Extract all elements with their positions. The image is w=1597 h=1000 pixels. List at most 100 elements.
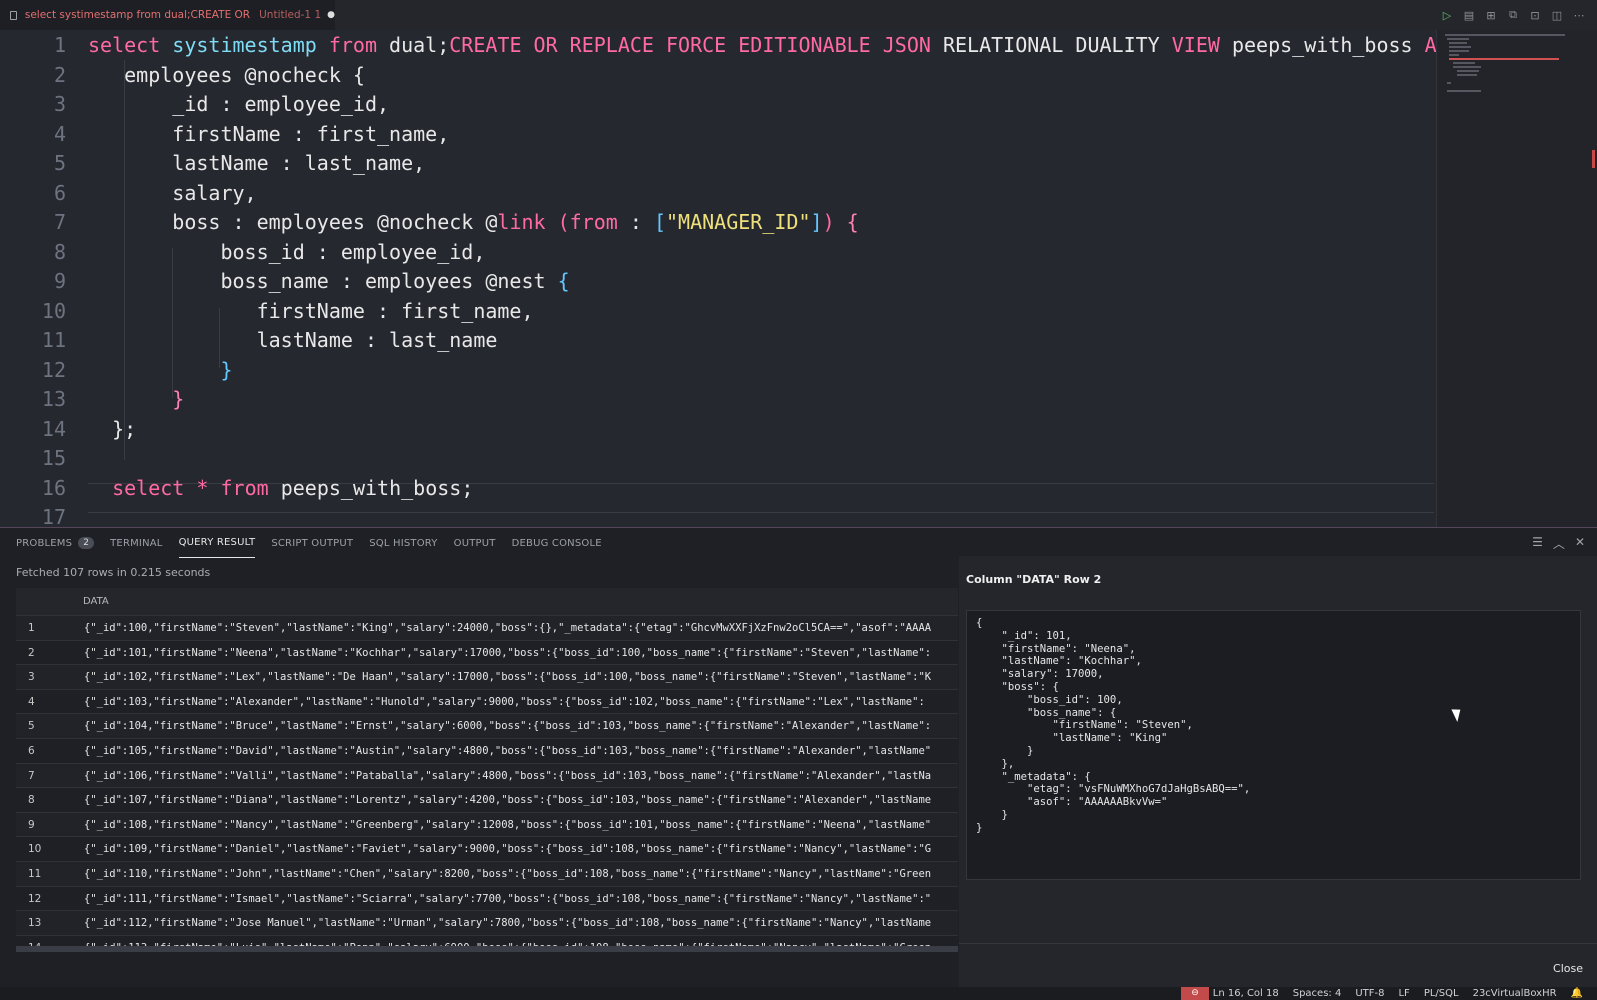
minimap-line bbox=[1449, 58, 1559, 60]
row-data-cell[interactable]: {"_id":101,"firstName":"Neena","lastName… bbox=[84, 641, 931, 665]
more-actions-icon[interactable]: ⋯ bbox=[1571, 7, 1587, 23]
language-mode[interactable]: PL/SQL bbox=[1424, 987, 1459, 1000]
minimap-line bbox=[1457, 70, 1479, 72]
tab-sql-history[interactable]: SQL HISTORY bbox=[369, 528, 437, 558]
minimap[interactable] bbox=[1436, 30, 1597, 527]
end-of-line[interactable]: LF bbox=[1398, 987, 1409, 1000]
code-line: 1 select systimestamp from dual;CREATE OR… bbox=[53, 33, 1436, 57]
minimap-line bbox=[1447, 82, 1451, 84]
row-data-cell[interactable]: {"_id":106,"firstName":"Valli","lastName… bbox=[84, 764, 931, 788]
row-number: 9 bbox=[28, 818, 35, 831]
tab-problems[interactable]: PROBLEMS 2 bbox=[16, 528, 95, 558]
minimap-line bbox=[1449, 54, 1459, 56]
result-grid[interactable]: DATA 1 {"_id":100,"firstName":"Steven","l… bbox=[16, 588, 958, 948]
editor-tab-bar: select systimestamp from dual;CREATE OR … bbox=[0, 0, 1597, 31]
minimap-line bbox=[1447, 38, 1469, 40]
panel-menu-icon[interactable]: ☰ bbox=[1532, 535, 1543, 552]
table-row[interactable]: 3 {"_id":102,"firstName":"Lex","lastName"… bbox=[16, 664, 958, 690]
table-row[interactable]: 4 {"_id":103,"firstName":"Alexander","las… bbox=[16, 688, 958, 714]
code-editor[interactable]: 1 select systimestamp from dual;CREATE OR… bbox=[0, 30, 1436, 527]
row-data-cell[interactable]: {"_id":112,"firstName":"Jose Manuel","la… bbox=[84, 911, 931, 935]
cell-detail-pane: Column "DATA" Row 2 { "_id": 101, "first… bbox=[959, 556, 1597, 987]
row-data-cell[interactable]: {"_id":108,"firstName":"Nancy","lastName… bbox=[84, 813, 931, 837]
table-row[interactable]: 9 {"_id":108,"firstName":"Nancy","lastNam… bbox=[16, 811, 958, 837]
split-editor-icon[interactable]: ◫ bbox=[1549, 7, 1565, 23]
row-data-cell[interactable]: {"_id":109,"firstName":"Daniel","lastNam… bbox=[84, 837, 931, 861]
json-viewer[interactable]: { "_id": 101, "firstName": "Neena", "las… bbox=[966, 610, 1581, 880]
maximize-panel-icon[interactable]: ︿ bbox=[1553, 535, 1565, 552]
minimap-line bbox=[1457, 74, 1477, 76]
row-number: 12 bbox=[28, 892, 42, 905]
tab-terminal[interactable]: TERMINAL bbox=[110, 528, 162, 558]
code-line: 11 lastName : last_name bbox=[41, 328, 498, 352]
tab-output[interactable]: OUTPUT bbox=[454, 528, 496, 558]
tab-query-result[interactable]: QUERY RESULT bbox=[178, 528, 256, 558]
run-script-icon[interactable]: ▤ bbox=[1461, 7, 1477, 23]
minimap-line bbox=[1453, 62, 1475, 64]
table-row[interactable]: 5 {"_id":104,"firstName":"Bruce","lastNam… bbox=[16, 713, 958, 739]
detail-title: Column "DATA" Row 2 bbox=[966, 573, 1102, 586]
connection[interactable]: 23cVirtualBoxHR bbox=[1473, 987, 1557, 1000]
indentation[interactable]: Spaces: 4 bbox=[1293, 987, 1342, 1000]
minimap-line bbox=[1447, 90, 1481, 92]
table-row[interactable]: 7 {"_id":106,"firstName":"Valli","lastNam… bbox=[16, 762, 958, 788]
code-line: 15 bbox=[41, 446, 66, 470]
zoom-out-icon[interactable]: ⊖ bbox=[1181, 987, 1209, 1000]
editor-tab[interactable]: select systimestamp from dual;CREATE OR … bbox=[0, 0, 335, 30]
code-line: 10 firstName : first_name, bbox=[41, 299, 534, 323]
tab-description: Untitled-1 1 bbox=[259, 9, 322, 21]
table-row[interactable]: 6 {"_id":105,"firstName":"David","lastNam… bbox=[16, 738, 958, 763]
row-number: 5 bbox=[28, 720, 35, 733]
divider bbox=[959, 943, 1597, 944]
problems-count-badge: 2 bbox=[78, 537, 95, 549]
row-number: 10 bbox=[28, 843, 42, 856]
run-icon[interactable]: ▷ bbox=[1439, 7, 1455, 23]
format-icon[interactable]: ⧉ bbox=[1505, 7, 1521, 23]
row-data-cell[interactable]: {"_id":104,"firstName":"Bruce","lastName… bbox=[84, 714, 931, 738]
table-row[interactable]: 13 {"_id":112,"firstName":"Jose Manuel","… bbox=[16, 910, 958, 936]
scrollbar-error-marker bbox=[1592, 150, 1595, 168]
encoding[interactable]: UTF-8 bbox=[1355, 987, 1384, 1000]
status-bar: ⊖ Ln 16, Col 18 Spaces: 4 UTF-8 LF PL/SQ… bbox=[0, 987, 1597, 1000]
code-line: 6 salary, bbox=[53, 181, 257, 205]
json-text: { "_id": 101, "firstName": "Neena", "las… bbox=[976, 617, 1251, 834]
row-data-cell[interactable]: {"_id":100,"firstName":"Steven","lastNam… bbox=[84, 616, 931, 640]
row-data-cell[interactable]: {"_id":103,"firstName":"Alexander","last… bbox=[84, 690, 925, 714]
close-button[interactable]: Close bbox=[1553, 962, 1583, 975]
close-panel-icon[interactable]: ✕ bbox=[1575, 535, 1585, 552]
row-data-cell[interactable]: {"_id":105,"firstName":"David","lastName… bbox=[84, 739, 931, 763]
code-line: 2 employees @nocheck { bbox=[53, 63, 365, 87]
row-number: 3 bbox=[28, 671, 35, 684]
unsaved-dot-icon[interactable]: ● bbox=[327, 10, 335, 20]
row-number: 2 bbox=[28, 646, 35, 659]
notifications-icon[interactable]: 🔔 bbox=[1571, 987, 1583, 1000]
row-data-cell[interactable]: {"_id":111,"firstName":"Ismael","lastNam… bbox=[84, 887, 931, 911]
explain-plan-icon[interactable]: ⊞ bbox=[1483, 7, 1499, 23]
table-row[interactable]: 10 {"_id":109,"firstName":"Daniel","lastN… bbox=[16, 836, 958, 861]
minimap-line bbox=[1449, 42, 1467, 44]
cursor-position[interactable]: Ln 16, Col 18 bbox=[1213, 987, 1279, 1000]
code-line: 17 bbox=[41, 505, 66, 527]
commit-icon[interactable]: ⊡ bbox=[1527, 7, 1543, 23]
row-data-cell[interactable]: {"_id":102,"firstName":"Lex","lastName":… bbox=[84, 665, 931, 689]
code-line: 8 boss_id : employee_id, bbox=[53, 240, 486, 264]
table-row[interactable]: 12 {"_id":111,"firstName":"Ismael","lastN… bbox=[16, 885, 958, 911]
table-row[interactable]: 11 {"_id":110,"firstName":"John","lastNam… bbox=[16, 861, 958, 886]
table-row[interactable]: 1 {"_id":100,"firstName":"Steven","lastNa… bbox=[16, 615, 958, 640]
code-line: 5 lastName : last_name, bbox=[53, 151, 426, 175]
code-line: 4 firstName : first_name, bbox=[53, 122, 450, 146]
row-number: 11 bbox=[28, 868, 42, 880]
panel-tabs: PROBLEMS 2 TERMINAL QUERY RESULT SCRIPT O… bbox=[0, 528, 960, 558]
horizontal-scrollbar[interactable] bbox=[16, 946, 958, 952]
row-data-cell[interactable]: {"_id":107,"firstName":"Diana","lastName… bbox=[84, 788, 931, 812]
table-row[interactable]: 2 {"_id":101,"firstName":"Neena","lastNam… bbox=[16, 639, 958, 665]
row-number: 4 bbox=[28, 695, 35, 708]
row-data-cell[interactable]: {"_id":110,"firstName":"John","lastName"… bbox=[84, 862, 931, 886]
table-row[interactable]: 8 {"_id":107,"firstName":"Diana","lastNam… bbox=[16, 787, 958, 812]
tab-debug-console[interactable]: DEBUG CONSOLE bbox=[512, 528, 602, 558]
tab-script-output[interactable]: SCRIPT OUTPUT bbox=[271, 528, 353, 558]
row-number: 6 bbox=[28, 745, 35, 757]
row-number: 7 bbox=[28, 769, 35, 782]
panel-actions: ☰ ︿ ✕ bbox=[1532, 535, 1585, 552]
column-header-data[interactable]: DATA bbox=[83, 596, 109, 607]
